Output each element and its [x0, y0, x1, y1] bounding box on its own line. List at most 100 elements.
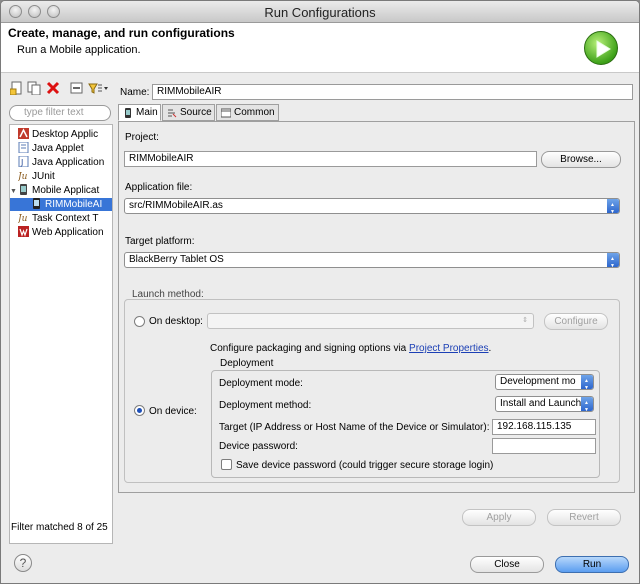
deployment-mode-value: Development mo	[500, 376, 576, 387]
device-password-field[interactable]	[492, 438, 596, 454]
svg-text:Ju: Ju	[18, 214, 28, 223]
tree-item-desktop-application[interactable]: Desktop Applic	[18, 128, 98, 141]
tree-item-label: RIMMobileAI	[45, 199, 103, 210]
java-application-icon: J	[18, 155, 29, 168]
tab-label: Source	[180, 107, 212, 118]
on-desktop-label: On desktop:	[149, 316, 203, 327]
main-tab-panel: Project: RIMMobileAIR Browse... Applicat…	[118, 121, 635, 493]
tree-item-label: JUnit	[32, 171, 55, 182]
save-password-checkbox[interactable]	[221, 459, 232, 470]
collapse-all-icon[interactable]	[70, 81, 84, 95]
new-configuration-icon[interactable]	[9, 81, 24, 96]
device-password-label: Device password:	[219, 441, 298, 452]
tab-label: Main	[136, 107, 158, 118]
dropdown-arrow-icon	[581, 375, 593, 389]
configurations-pane: type filter text Desktop Applic Java App…	[5, 79, 113, 544]
java-applet-icon	[18, 141, 29, 154]
filter-menu-icon[interactable]	[88, 81, 110, 95]
expand-triangle-icon[interactable]: ▼	[10, 185, 18, 198]
application-file-label: Application file:	[125, 182, 193, 193]
common-icon	[220, 108, 232, 118]
tree-item-label: Java Application	[32, 157, 105, 168]
tab-main[interactable]: Main	[118, 104, 161, 121]
project-field[interactable]: RIMMobileAIR	[124, 151, 537, 167]
revert-button[interactable]: Revert	[547, 509, 621, 526]
mobile-device-icon	[18, 184, 29, 195]
tab-source[interactable]: Source	[162, 104, 215, 121]
dropdown-arrow-icon: ⇕	[522, 317, 528, 324]
dropdown-arrow-icon	[581, 397, 593, 411]
configure-button[interactable]: Configure	[544, 313, 608, 330]
on-desktop-radio[interactable]	[134, 316, 145, 327]
deployment-method-label: Deployment method:	[219, 400, 312, 411]
browse-button[interactable]: Browse...	[541, 151, 621, 168]
target-platform-select[interactable]: BlackBerry Tablet OS	[124, 252, 620, 268]
application-file-select[interactable]: src/RIMMobileAIR.as	[124, 198, 620, 214]
tab-common[interactable]: Common	[216, 104, 279, 121]
packaging-label: Configure packaging and signing options …	[210, 343, 407, 354]
run-icon	[584, 31, 618, 65]
tree-item-label: Web Application	[32, 227, 104, 238]
project-properties-link[interactable]: Project Properties	[409, 343, 488, 354]
window-title: Run Configurations	[264, 5, 376, 20]
tree-item-label: Mobile Applicat	[32, 185, 100, 196]
desktop-app-icon	[18, 128, 29, 139]
mobile-device-icon	[31, 198, 42, 209]
save-password-label: Save device password (could trigger secu…	[236, 460, 494, 471]
deployment-label: Deployment	[220, 358, 274, 369]
help-icon[interactable]: ?	[14, 554, 32, 572]
target-platform-label: Target platform:	[125, 236, 195, 247]
svg-text:J: J	[20, 158, 23, 167]
source-icon	[167, 108, 177, 118]
name-label: Name:	[120, 87, 150, 98]
mobile-device-icon	[123, 108, 133, 118]
configuration-editor: Name: RIMMobileAIR Main Source Common Pr…	[115, 79, 636, 497]
tree-item-mobile-application[interactable]: ▼ Mobile Applicat	[10, 184, 99, 197]
target-address-field[interactable]: 192.168.115.135	[492, 419, 596, 435]
web-application-icon	[18, 226, 29, 237]
tree-item-label: Java Applet	[32, 143, 84, 154]
tree-item-java-application[interactable]: J Java Application	[18, 155, 105, 169]
configuration-tree: Desktop Applic Java Applet J Java Applica…	[9, 124, 113, 544]
filter-status: Filter matched 8 of 25	[11, 522, 108, 533]
left-toolbar	[8, 79, 112, 99]
filter-input[interactable]: type filter text	[9, 105, 111, 121]
tree-item-label: Desktop Applic	[32, 129, 99, 140]
apply-button[interactable]: Apply	[462, 509, 536, 526]
on-device-radio[interactable]	[134, 405, 145, 416]
deployment-mode-label: Deployment mode:	[219, 378, 303, 389]
on-device-label: On device:	[149, 406, 197, 417]
application-file-value: src/RIMMobileAIR.as	[129, 200, 223, 211]
name-field[interactable]: RIMMobileAIR	[152, 84, 633, 100]
packaging-period: .	[488, 343, 492, 354]
run-configurations-window: Run Configurations Create, manage, and r…	[0, 0, 640, 584]
project-label: Project:	[125, 132, 159, 143]
target-address-label: Target (IP Address or Host Name of the D…	[219, 422, 490, 433]
tree-item-task-context[interactable]: Ju Task Context T	[16, 212, 99, 225]
delete-icon[interactable]	[46, 81, 60, 95]
tree-item-junit[interactable]: Ju JUnit	[16, 170, 55, 183]
task-context-icon: Ju	[16, 212, 29, 224]
deployment-method-select[interactable]: Install and Launch	[495, 396, 594, 412]
dialog-header: Create, manage, and run configurations R…	[1, 23, 639, 73]
desktop-device-select[interactable]: ⇕	[207, 313, 534, 329]
svg-text:Ju: Ju	[18, 172, 28, 181]
header-subtitle: Run a Mobile application.	[17, 44, 141, 56]
packaging-text: Configure packaging and signing options …	[210, 343, 491, 354]
dropdown-arrow-icon	[607, 199, 619, 213]
target-platform-value: BlackBerry Tablet OS	[129, 254, 224, 265]
duplicate-icon[interactable]	[27, 81, 41, 96]
junit-icon: Ju	[16, 170, 29, 182]
tree-item-java-applet[interactable]: Java Applet	[18, 141, 84, 155]
close-button[interactable]: Close	[470, 556, 544, 573]
run-button[interactable]: Run	[555, 556, 629, 573]
tree-item-web-application[interactable]: Web Application	[18, 226, 104, 239]
deployment-method-value: Install and Launch	[500, 398, 582, 409]
tree-item-rimmobileair[interactable]: RIMMobileAI	[10, 198, 112, 211]
deployment-mode-select[interactable]: Development mo	[495, 374, 594, 390]
title-bar: Run Configurations	[1, 1, 639, 23]
dropdown-arrow-icon	[607, 253, 619, 267]
tree-item-label: Task Context T	[32, 213, 99, 224]
header-title: Create, manage, and run configurations	[8, 26, 235, 40]
tab-label: Common	[234, 107, 275, 118]
